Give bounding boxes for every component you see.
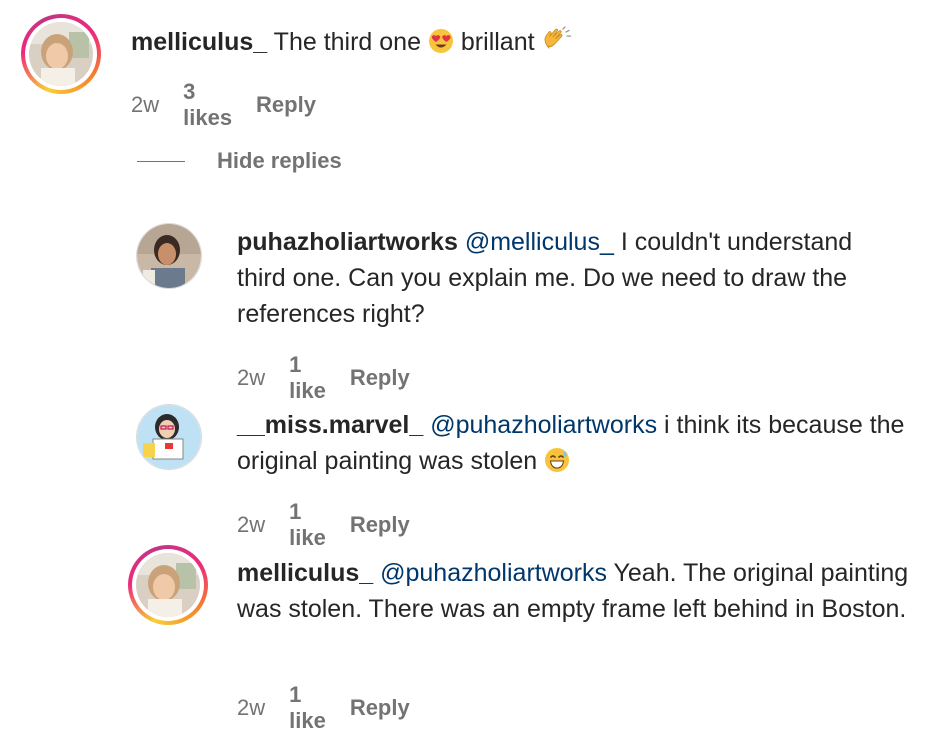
clapping-hands-emoji-icon (544, 26, 571, 49)
avatar-photo (137, 405, 201, 469)
reply-meta: 2w 1 like Reply (237, 682, 410, 734)
reply-mention[interactable]: @puhazholiartworks (380, 559, 607, 587)
reply-text: melliculus_ @puhazholiartworks Yeah. The… (237, 555, 917, 627)
reply-button[interactable]: Reply (350, 695, 410, 721)
avatar-photo (137, 224, 201, 288)
grinning-sweat-emoji-icon (545, 448, 570, 472)
comment-body-2: brillant (460, 28, 535, 56)
reply-time: 2w (237, 365, 266, 390)
reply-button[interactable]: Reply (256, 92, 316, 118)
comment-time: 2w (131, 92, 160, 117)
comment-body-1: The third one (273, 28, 421, 56)
reply-meta: 2w 1 like Reply (237, 352, 410, 404)
avatar-puhazholiartworks[interactable] (136, 223, 202, 289)
comment-text: melliculus_ The third one brillant (131, 24, 891, 60)
reply-mention[interactable]: @puhazholiartworks (430, 411, 657, 439)
avatar-inner (25, 18, 97, 90)
avatar-inner (132, 549, 204, 621)
reply-time: 2w (237, 695, 266, 720)
comment-username[interactable]: melliculus_ (131, 28, 267, 56)
hide-replies-line (137, 160, 185, 162)
reply-time: 2w (237, 512, 266, 537)
avatar-miss-marvel[interactable] (136, 404, 202, 470)
avatar-photo (136, 553, 200, 617)
reply-username[interactable]: __miss.marvel_ (237, 411, 423, 439)
reply-likes[interactable]: 1 like (289, 499, 326, 551)
heart-eyes-emoji-icon (428, 29, 453, 53)
reply-username[interactable]: puhazholiartworks (237, 228, 458, 256)
reply-button[interactable]: Reply (350, 365, 410, 391)
hide-replies-label: Hide replies (217, 148, 342, 173)
avatar-melliculus[interactable] (21, 14, 101, 94)
avatar-melliculus[interactable] (128, 545, 208, 625)
reply-likes[interactable]: 1 like (289, 682, 326, 734)
reply-likes[interactable]: 1 like (289, 352, 326, 404)
reply-meta: 2w 1 like Reply (237, 499, 410, 551)
reply-text: __miss.marvel_ @puhazholiartworks i thin… (237, 407, 907, 479)
avatar-photo (29, 22, 93, 86)
comment-likes[interactable]: 3 likes (183, 79, 232, 131)
comment-meta: 2w 3 likes Reply (131, 79, 316, 131)
reply-mention[interactable]: @melliculus_ (465, 228, 614, 256)
reply-button[interactable]: Reply (350, 512, 410, 538)
hide-replies-button[interactable]: Hide replies (137, 148, 342, 174)
reply-text: puhazholiartworks @melliculus_ I couldn'… (237, 224, 907, 332)
reply-username[interactable]: melliculus_ (237, 559, 373, 587)
